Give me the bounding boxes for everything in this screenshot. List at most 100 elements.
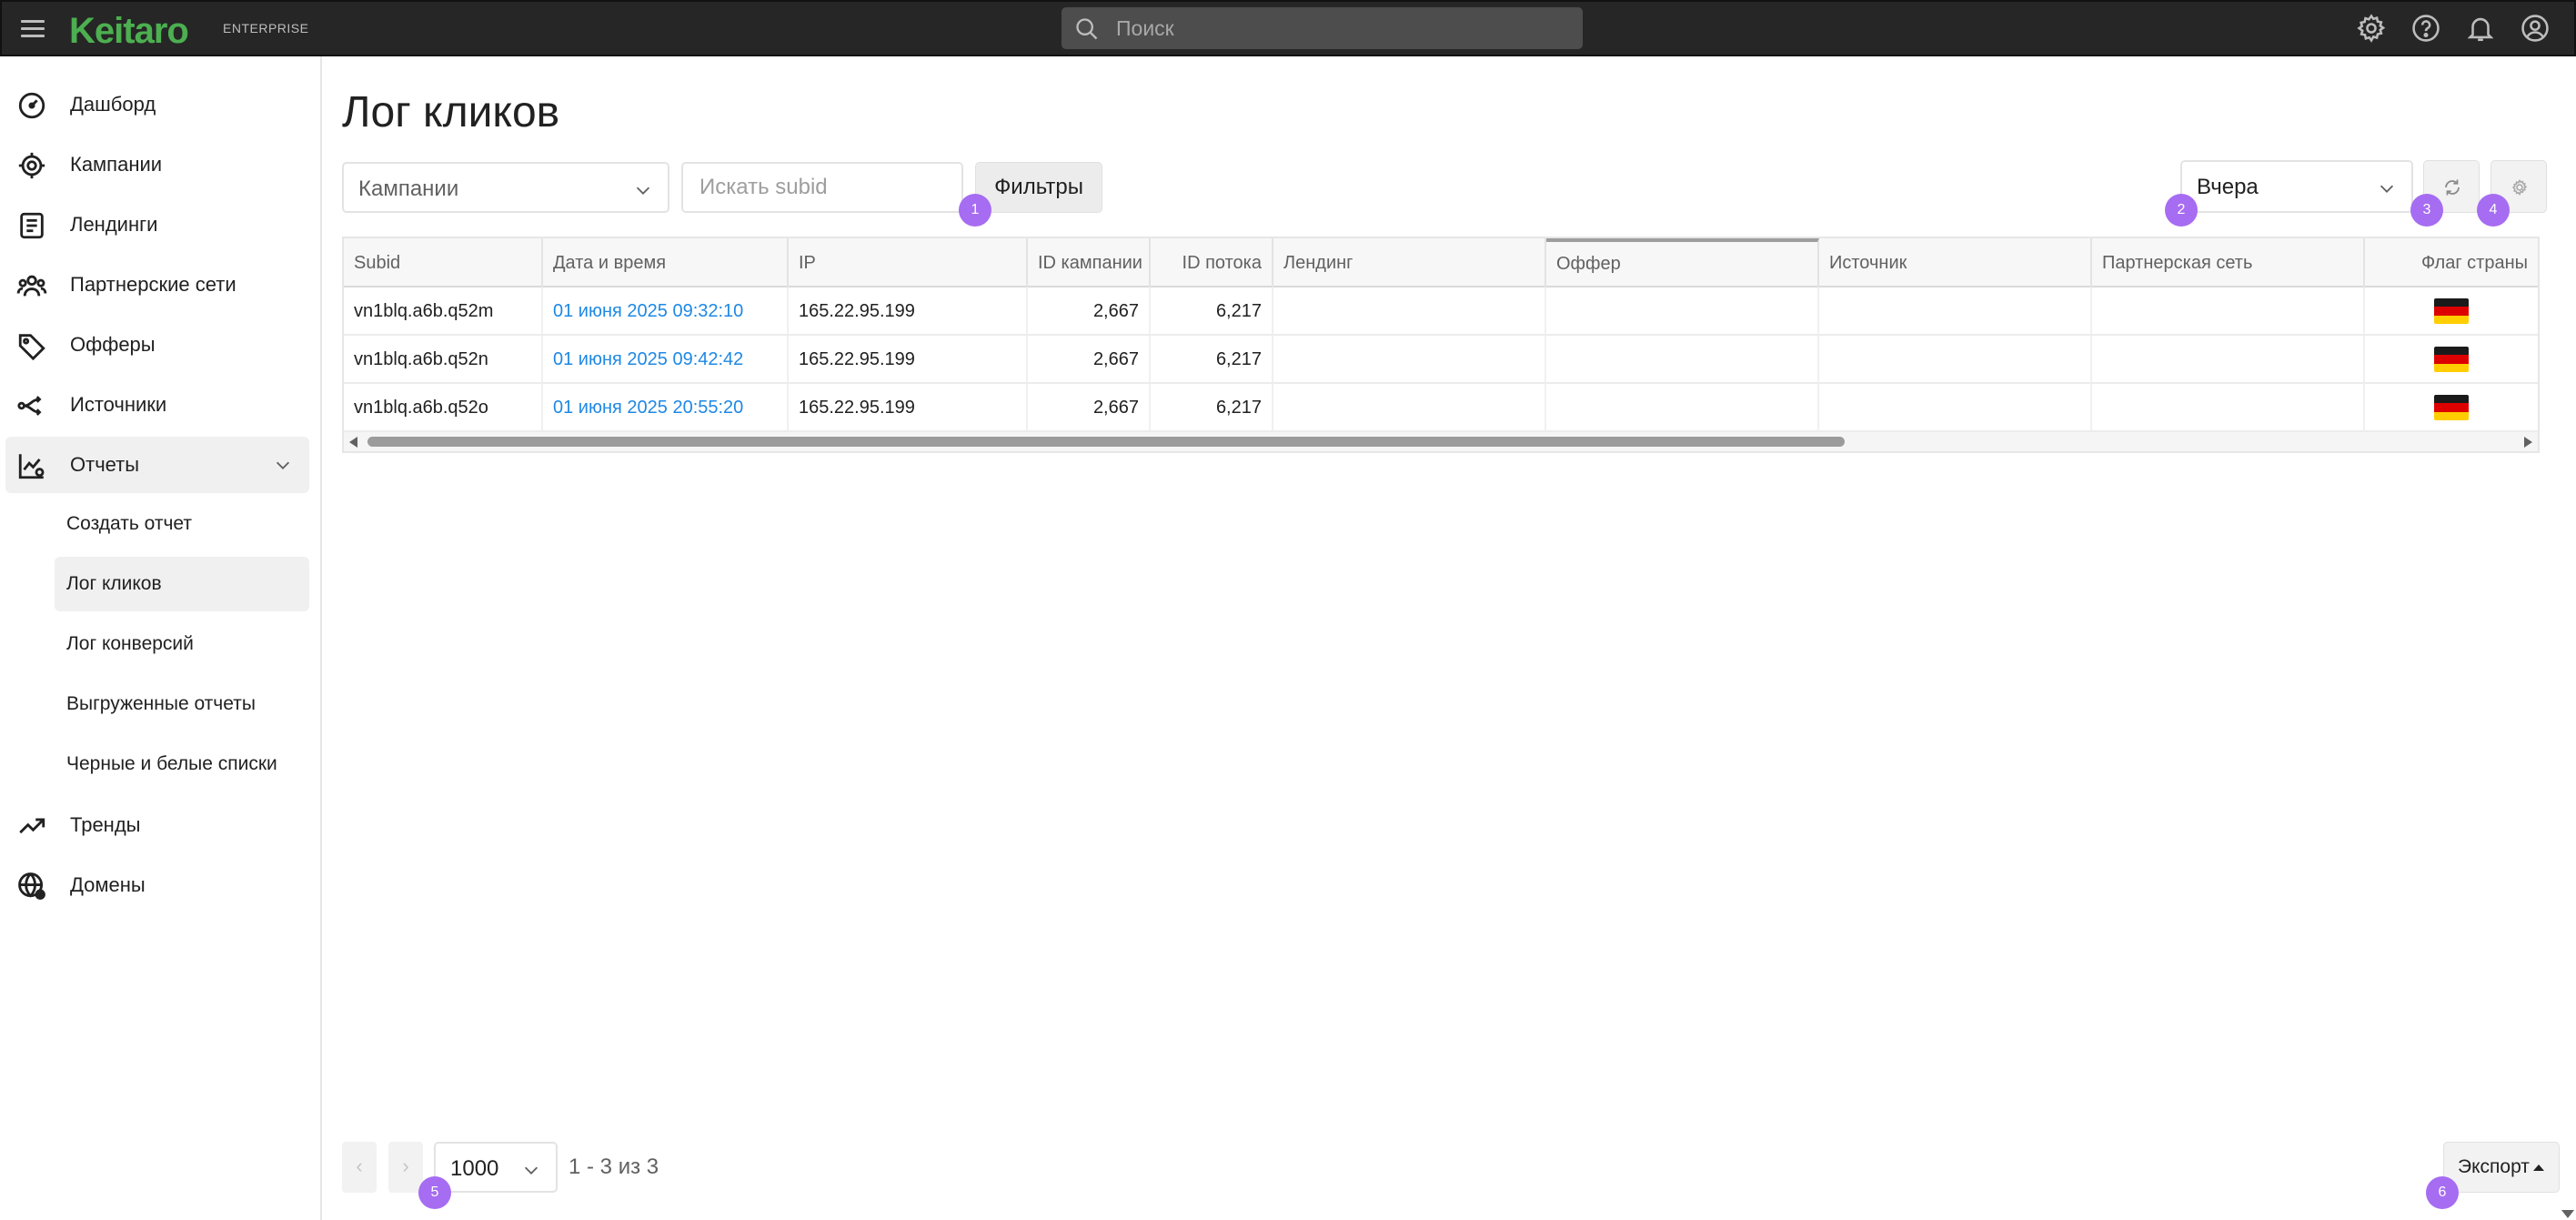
period-select[interactable]: Вчера [2180, 160, 2413, 213]
column-header-campaign-id[interactable]: ID кампании [1028, 238, 1151, 287]
sidebar-item-offers[interactable]: Офферы [5, 317, 309, 373]
help-icon[interactable] [2410, 13, 2441, 44]
sidebar-item-campaigns[interactable]: Кампании [5, 136, 309, 193]
column-header-network[interactable]: Партнерская сеть [2092, 238, 2365, 287]
page-title: Лог кликов [342, 88, 560, 136]
group-icon [16, 275, 47, 297]
chevron-left-icon: ‹ [356, 1154, 363, 1177]
column-header-source[interactable]: Источник [1819, 238, 2092, 287]
column-header-country-flag[interactable]: Флаг страны [2365, 238, 2538, 287]
sidebar: Дашборд Кампании Лендинги Партнерские се… [0, 56, 322, 1220]
column-header-stream-id[interactable]: ID потока [1151, 238, 1273, 287]
sidebar-item-landings[interactable]: Лендинги [5, 197, 309, 253]
column-header-ip[interactable]: IP [789, 238, 1028, 287]
sidebar-subitem-label: Черные и белые списки [66, 753, 277, 774]
target-icon [18, 152, 45, 179]
chevron-right-icon: › [402, 1154, 409, 1177]
sidebar-subitem-exported-reports[interactable]: Выгруженные отчеты [55, 677, 309, 731]
export-button[interactable]: Экспорт [2443, 1142, 2560, 1193]
cell-campaign-id: 2,667 [1028, 384, 1151, 431]
sidebar-subitem-create-report[interactable]: Создать отчет [55, 497, 309, 551]
cell-network [2092, 287, 2365, 335]
sidebar-subitem-click-log[interactable]: Лог кликов [55, 557, 309, 611]
cell-subid: vn1blq.a6b.q52o [344, 384, 543, 431]
cell-source [1819, 384, 2092, 431]
settings-gear-icon[interactable] [2356, 13, 2387, 44]
cell-stream-id: 6,217 [1151, 336, 1273, 383]
hamburger-menu-icon[interactable] [18, 15, 47, 44]
scroll-left-arrow-icon[interactable] [349, 437, 357, 448]
edition-label: ENTERPRISE [223, 21, 309, 35]
sidebar-subitem-label: Создать отчет [66, 513, 193, 534]
cell-ip: 165.22.95.199 [789, 287, 1028, 335]
cell-campaign-id: 2,667 [1028, 336, 1151, 383]
account-icon[interactable] [2520, 13, 2551, 44]
global-search[interactable] [1062, 7, 1583, 49]
chevron-down-icon [636, 187, 650, 195]
reports-icon [18, 454, 45, 479]
sidebar-item-label: Офферы [70, 333, 156, 356]
search-icon [1076, 18, 1098, 40]
per-page-value: 1000 [450, 1156, 499, 1181]
clicks-table: Subid Дата и время IP ID кампании ID пот… [342, 237, 2540, 453]
cell-datetime-link[interactable]: 01 июня 2025 09:32:10 [543, 287, 789, 335]
column-header-offer[interactable]: Оффер [1546, 238, 1819, 287]
sidebar-subitem-label: Лог конверсий [66, 633, 194, 654]
table-row: vn1blq.a6b.q52m 01 июня 2025 09:32:10 16… [344, 287, 2538, 336]
germany-flag-icon [2434, 395, 2469, 420]
sidebar-item-reports[interactable]: Отчеты [5, 437, 309, 493]
prev-page-button[interactable]: ‹ [342, 1142, 377, 1193]
cell-datetime-link[interactable]: 01 июня 2025 20:55:20 [543, 384, 789, 431]
sidebar-item-label: Тренды [70, 813, 141, 836]
sidebar-item-label: Лендинги [70, 213, 158, 236]
sidebar-item-dashboard[interactable]: Дашборд [5, 76, 309, 133]
column-header-subid[interactable]: Subid [344, 238, 543, 287]
horizontal-scrollbar[interactable] [344, 432, 2538, 451]
sidebar-subitem-label: Лог кликов [66, 573, 162, 594]
resize-corner-icon [2561, 1210, 2574, 1218]
cell-subid: vn1blq.a6b.q52n [344, 336, 543, 383]
refresh-icon [2445, 179, 2460, 196]
sidebar-item-domains[interactable]: Домены [5, 857, 309, 913]
subid-search-input[interactable] [681, 162, 963, 213]
sidebar-subitem-conversion-log[interactable]: Лог конверсий [55, 617, 309, 671]
cell-stream-id: 6,217 [1151, 287, 1273, 335]
cell-landing [1273, 287, 1546, 335]
globe-icon [18, 872, 45, 900]
sidebar-subitem-black-white-lists[interactable]: Черные и белые списки [55, 737, 309, 791]
caret-up-icon [2533, 1165, 2544, 1171]
chevron-down-icon [2380, 185, 2394, 193]
cell-datetime-link[interactable]: 01 июня 2025 09:42:42 [543, 336, 789, 383]
sidebar-item-affiliate-networks[interactable]: Партнерские сети [5, 257, 309, 313]
sidebar-item-trends[interactable]: Тренды [5, 797, 309, 853]
germany-flag-icon [2434, 298, 2469, 324]
cell-country-flag [2365, 336, 2538, 383]
campaign-select-value: Кампании [358, 176, 459, 201]
tag-icon [18, 334, 45, 361]
column-header-datetime[interactable]: Дата и время [543, 238, 789, 287]
column-header-landing[interactable]: Лендинг [1273, 238, 1546, 287]
period-select-value: Вчера [2197, 175, 2259, 199]
annotation-badge: 6 [2426, 1176, 2459, 1209]
top-bar: Keitaro ENTERPRISE [0, 0, 2576, 56]
sidebar-item-label: Дашборд [70, 93, 156, 116]
per-page-select[interactable]: 1000 [434, 1142, 558, 1193]
scroll-right-arrow-icon[interactable] [2524, 437, 2532, 448]
bell-icon[interactable] [2465, 13, 2496, 44]
cell-landing [1273, 336, 1546, 383]
app-logo[interactable]: Keitaro [69, 11, 189, 52]
cell-offer [1546, 384, 1819, 431]
search-input[interactable] [1116, 7, 1571, 49]
cell-source [1819, 287, 2092, 335]
sidebar-item-sources[interactable]: Источники [5, 377, 309, 433]
cell-network [2092, 336, 2365, 383]
chevron-down-icon[interactable] [273, 455, 293, 475]
cell-stream-id: 6,217 [1151, 384, 1273, 431]
next-page-button[interactable]: › [388, 1142, 423, 1193]
campaign-select[interactable]: Кампании [342, 162, 669, 213]
cell-source [1819, 336, 2092, 383]
scrollbar-thumb[interactable] [367, 437, 1845, 447]
filters-button[interactable]: Фильтры [975, 162, 1102, 213]
gear-icon [2511, 179, 2528, 197]
table-header: Subid Дата и время IP ID кампании ID пот… [344, 238, 2538, 287]
